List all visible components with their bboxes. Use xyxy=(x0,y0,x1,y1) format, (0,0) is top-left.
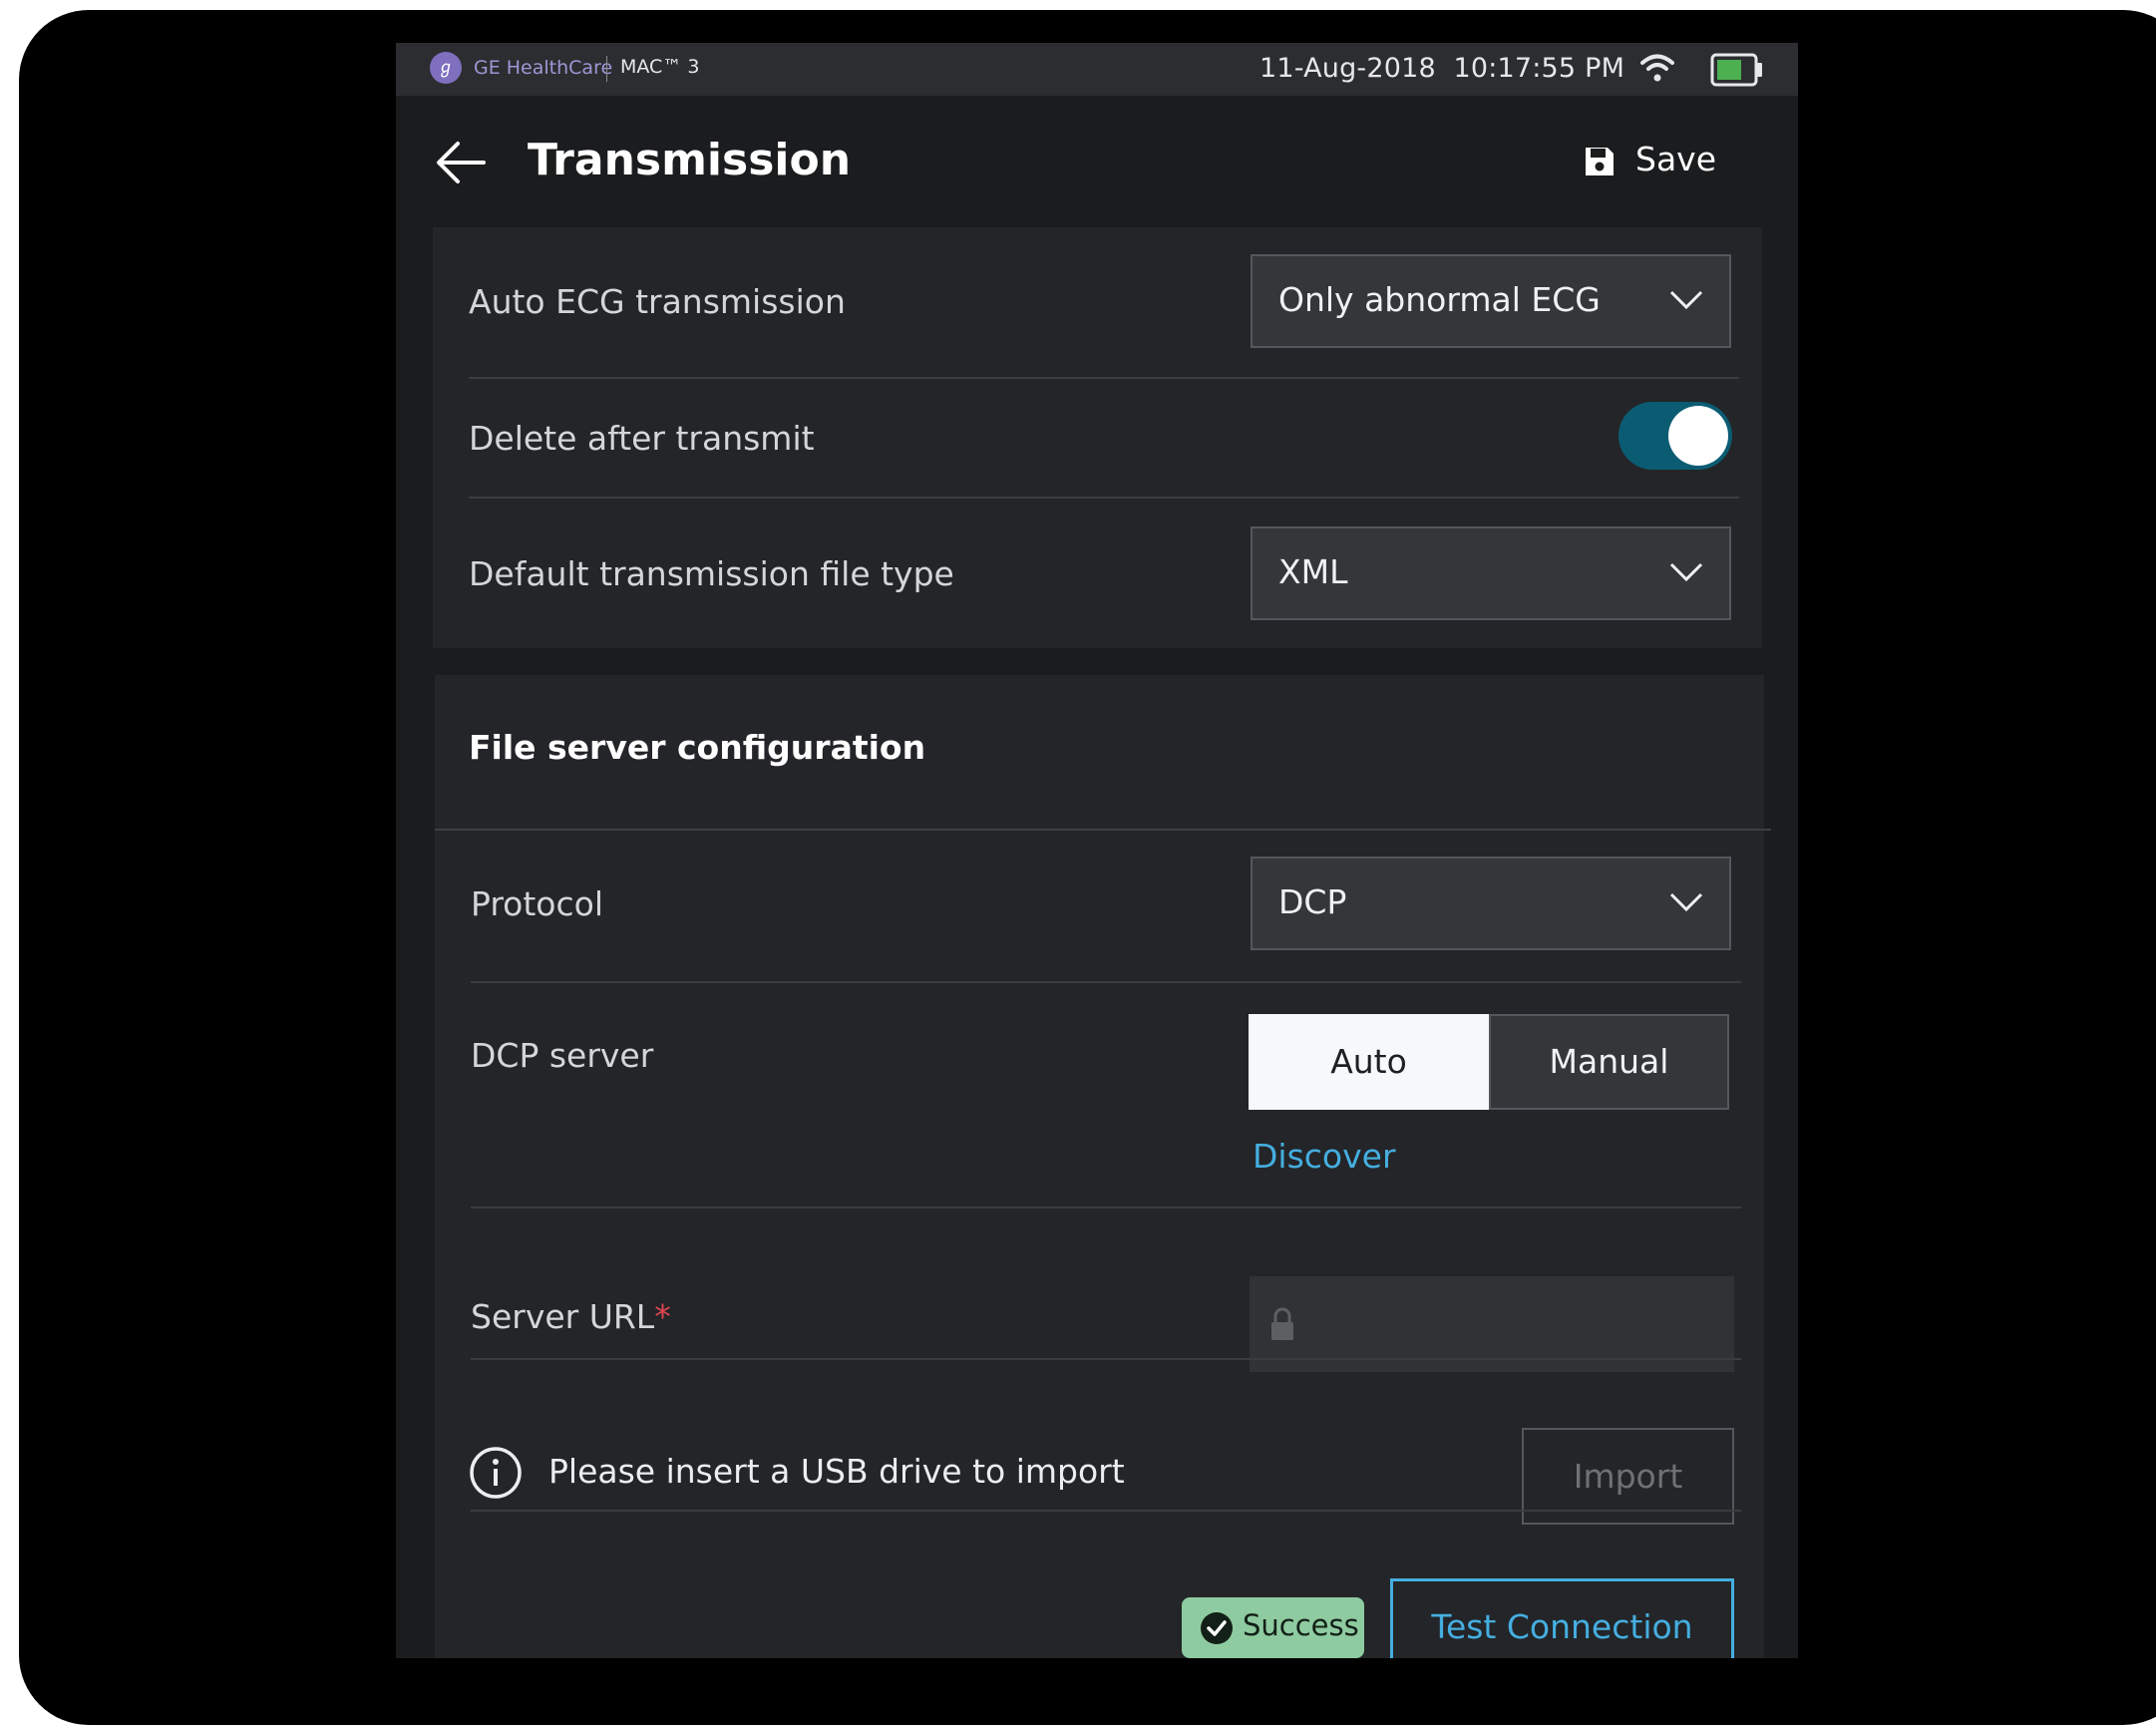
date-time: 11-Aug-2018 10:17:55 PM xyxy=(1259,53,1625,84)
server-url-label: Server URL* xyxy=(471,1297,671,1336)
file-server-card: File server configuration Protocol DCP D… xyxy=(435,675,1771,1658)
file-type-label: Default transmission file type xyxy=(469,554,954,593)
general-settings-card: Auto ECG transmission Only abnormal ECG … xyxy=(433,227,1762,648)
delete-after-label: Delete after transmit xyxy=(469,419,815,458)
usb-message: Please insert a USB drive to import xyxy=(548,1452,1125,1491)
arrow-left-icon xyxy=(437,142,486,183)
dcp-auto-option[interactable]: Auto xyxy=(1249,1014,1489,1110)
brand-divider xyxy=(606,56,607,82)
delete-after-toggle[interactable] xyxy=(1618,402,1732,470)
chevron-down-icon xyxy=(1669,290,1703,310)
test-connection-button[interactable]: Test Connection xyxy=(1390,1578,1734,1658)
device-screen: ℊ GE HealthCare MAC™ 3 11-Aug-2018 10:17… xyxy=(396,43,1798,1658)
lock-icon xyxy=(1271,1307,1293,1340)
dcp-manual-option[interactable]: Manual xyxy=(1489,1014,1729,1110)
row-divider xyxy=(469,377,1739,379)
protocol-value: DCP xyxy=(1278,882,1347,921)
row-divider xyxy=(471,1358,1741,1360)
battery-icon xyxy=(1710,53,1762,87)
file-type-value: XML xyxy=(1278,552,1348,591)
auto-ecg-label: Auto ECG transmission xyxy=(469,282,846,321)
section-title: File server configuration xyxy=(469,728,926,767)
section-divider xyxy=(435,829,1771,831)
discover-link[interactable]: Discover xyxy=(1253,1137,1396,1176)
required-mark: * xyxy=(654,1297,671,1336)
save-label: Save xyxy=(1635,140,1717,178)
status-bar: ℊ GE HealthCare MAC™ 3 11-Aug-2018 10:17… xyxy=(396,43,1798,96)
auto-ecg-value: Only abnormal ECG xyxy=(1278,280,1601,319)
protocol-label: Protocol xyxy=(471,884,603,923)
info-icon xyxy=(470,1447,522,1499)
brand-name: GE HealthCare xyxy=(474,57,613,79)
check-circle-icon xyxy=(1201,1612,1233,1644)
back-button[interactable] xyxy=(432,134,490,191)
chevron-down-icon xyxy=(1669,562,1703,582)
page-title: Transmission xyxy=(528,135,852,185)
status-badge: Success xyxy=(1182,1597,1364,1658)
status-text: Success xyxy=(1243,1608,1359,1642)
server-url-label-text: Server URL xyxy=(471,1297,655,1336)
file-type-dropdown[interactable]: XML xyxy=(1251,526,1731,620)
floppy-disk-icon xyxy=(1586,148,1614,175)
dcp-server-label: DCP server xyxy=(471,1036,654,1075)
protocol-dropdown[interactable]: DCP xyxy=(1251,857,1731,950)
row-divider xyxy=(469,497,1739,499)
auto-ecg-dropdown[interactable]: Only abnormal ECG xyxy=(1251,254,1731,348)
toggle-knob xyxy=(1668,406,1728,466)
device-model: MAC™ 3 xyxy=(620,56,700,78)
row-divider xyxy=(471,981,1741,983)
row-divider xyxy=(471,1510,1741,1512)
row-divider xyxy=(471,1207,1741,1208)
wifi-icon xyxy=(1640,54,1674,82)
ge-logo-icon: ℊ xyxy=(430,52,462,84)
chevron-down-icon xyxy=(1669,892,1703,912)
